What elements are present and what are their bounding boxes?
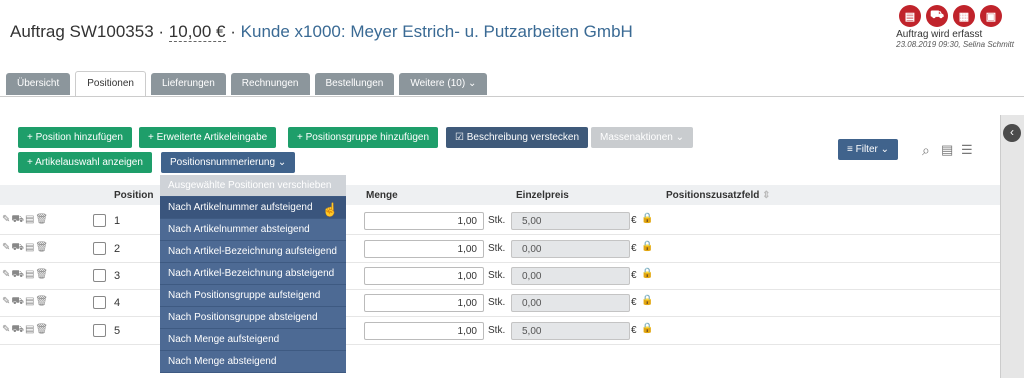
order-label: Auftrag SW100353 [10,22,154,41]
tab-lieferungen[interactable]: Lieferungen [150,73,226,95]
lock-icon[interactable]: 🔒 [641,268,653,279]
table-row: ✎⛟▤🗑 2 1,00 Stk. 0,00 € 🔒 [0,235,1000,263]
position-numbering-button[interactable]: Positionsnummerierung ⌄ [161,152,296,173]
status-label: Auftrag wird erfasst [896,29,983,40]
document-icon[interactable]: ▤ [899,5,921,27]
price-input[interactable]: 5,00 [511,212,630,230]
hide-description-button[interactable]: ☑ Beschreibung verstecken [446,127,589,148]
tab-uebersicht[interactable]: Übersicht [6,73,71,95]
price-input[interactable]: 0,00 [511,267,630,285]
chevron-left-icon[interactable]: ‹ [1003,124,1021,142]
extended-entry-button[interactable]: + Erweiterte Artikeleingabe [139,127,277,148]
tab-rechnungen[interactable]: Rechnungen [230,73,310,95]
tab-divider [0,96,1024,97]
status-text: Auftrag wird erfasst 23.08.2019 09:30, S… [896,29,1014,49]
order-amount[interactable]: 10,00 € [168,22,226,42]
row-actions-icon[interactable]: ✎⛟▤🗑 [2,214,49,227]
status-meta: 23.08.2019 09:30, Selina Schmitt [896,40,1014,49]
search-icon[interactable]: ⌕ [922,142,930,159]
tab-weitere[interactable]: Weitere (10) ⌄ [399,73,488,95]
price-input[interactable]: 0,00 [511,240,630,258]
row-checkbox[interactable] [93,296,106,309]
column-position[interactable]: Position [114,190,153,201]
row-actions-icon[interactable]: ✎⛟▤🗑 [2,296,49,309]
menu-item-group-desc[interactable]: Nach Positionsgruppe absteigend [160,307,346,329]
status-icons: ▤ ⛟ ▦ ▣ [899,5,1002,27]
menu-item-qty-desc[interactable]: Nach Menge absteigend [160,351,346,373]
table-row: ✎⛟▤🗑 5 1,00 Stk. 5,00 € 🔒 [0,317,1000,345]
filter-button[interactable]: ≡ Filter ⌄ [838,139,899,160]
clipboard-icon[interactable]: ▤ [941,142,953,158]
menu-item-artnr-asc[interactable]: Nach Artikelnummer aufsteigend [160,197,346,219]
quantity-input[interactable]: 1,00 [364,212,484,230]
truck-icon[interactable]: ⛟ [926,5,948,27]
page-title: Auftrag SW100353 · 10,00 € · Kunde x1000… [10,22,633,42]
table-row: ✎⛟▤🗑 4 1,00 Stk. 0,00 € 🔒 [0,289,1000,317]
row-checkbox[interactable] [93,214,106,227]
right-sidebar [1000,115,1024,378]
mouse-cursor-icon: ☝ [322,202,339,217]
row-checkbox[interactable] [93,242,106,255]
row-actions-icon[interactable]: ✎⛟▤🗑 [2,269,49,282]
settings-list-icon[interactable]: ☰ [961,142,973,158]
row-checkbox[interactable] [93,269,106,282]
row-actions-icon[interactable]: ✎⛟▤🗑 [2,242,49,255]
menu-item-group-asc[interactable]: Nach Positionsgruppe aufsteigend [160,285,346,307]
invoice-icon[interactable]: ▦ [953,5,975,27]
column-menge[interactable]: Menge [366,190,398,201]
quantity-input[interactable]: 1,00 [364,267,484,285]
column-einzelpreis[interactable]: Einzelpreis [516,190,569,201]
menu-item-artnr-desc[interactable]: Nach Artikelnummer absteigend [160,219,346,241]
customer-link[interactable]: Kunde x1000: Meyer Estrich- u. Putzarbei… [241,22,633,41]
quantity-input[interactable]: 1,00 [364,294,484,312]
mass-actions-button[interactable]: Massenaktionen ⌄ [591,127,693,148]
menu-item-move-selected: Ausgewählte Positionen verschieben [160,175,346,197]
price-input[interactable]: 0,00 [511,294,630,312]
lock-icon[interactable]: 🔒 [641,295,653,306]
article-selection-button[interactable]: + Artikelauswahl anzeigen [18,152,152,173]
menu-item-name-asc[interactable]: Nach Artikel-Bezeichnung aufsteigend [160,241,346,263]
position-numbering-menu: Ausgewählte Positionen verschieben Nach … [160,175,346,373]
column-zusatzfeld[interactable]: Positionszusatzfeld ⇕ [666,190,771,201]
tab-bestellungen[interactable]: Bestellungen [314,73,395,95]
table-row: ✎⛟▤🗑 3 1,00 Stk. 0,00 € 🔒 [0,262,1000,290]
menu-item-name-desc[interactable]: Nach Artikel-Bezeichnung absteigend [160,263,346,285]
lock-icon[interactable]: 🔒 [641,241,653,252]
tab-positionen[interactable]: Positionen [75,71,146,96]
price-input[interactable]: 5,00 [511,322,630,340]
lock-icon[interactable]: 🔒 [641,213,653,224]
quantity-input[interactable]: 1,00 [364,322,484,340]
row-actions-icon[interactable]: ✎⛟▤🗑 [2,324,49,337]
row-checkbox[interactable] [93,324,106,337]
lock-icon[interactable]: 🔒 [641,323,653,334]
tab-bar: Übersicht Positionen Lieferungen Rechnun… [6,71,488,96]
add-group-button[interactable]: + Positionsgruppe hinzufügen [288,127,439,148]
add-position-button[interactable]: + Position hinzufügen [18,127,132,148]
table-row: ✎⛟▤🗑 1 1,00 Stk. 5,00 € 🔒 [0,207,1000,235]
menu-item-qty-asc[interactable]: Nach Menge aufsteigend [160,329,346,351]
orders-icon[interactable]: ▣ [980,5,1002,27]
quantity-input[interactable]: 1,00 [364,240,484,258]
